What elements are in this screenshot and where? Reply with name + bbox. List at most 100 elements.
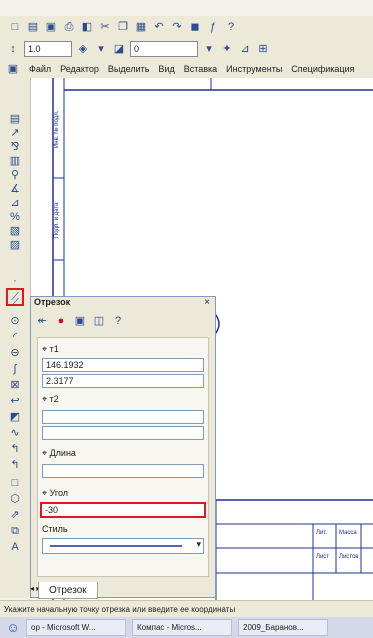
menu-specification[interactable]: Спецификация — [291, 64, 354, 74]
taskbar-item-kompas[interactable]: Компас - Micros... — [132, 619, 232, 636]
t2-x-field[interactable] — [42, 410, 204, 424]
library-icon[interactable]: ▨ — [8, 238, 22, 252]
help-icon[interactable]: ? — [111, 314, 125, 328]
fillet-icon[interactable]: ↩ — [8, 394, 22, 408]
taskbar-item-document[interactable]: 2009_Баранов... — [238, 619, 328, 636]
arc-icon[interactable]: ◜ — [8, 330, 22, 344]
point-icon[interactable]: · — [8, 274, 22, 288]
close-icon[interactable]: × — [204, 297, 210, 308]
rectangle-icon[interactable]: □ — [8, 476, 22, 490]
line-style-preview — [50, 545, 182, 547]
back-arrow-icon[interactable]: ↞ — [35, 314, 49, 328]
coordinate-icon: ⌖ — [42, 394, 50, 404]
coordinate-icon: ⌖ — [42, 344, 50, 354]
snap-icon[interactable]: ✦ — [220, 42, 234, 56]
length-field[interactable] — [42, 464, 204, 478]
dimension-icon[interactable]: ↗ — [8, 126, 22, 140]
taskbar: ☺ op - Microsoft W... Компас - Micros...… — [0, 617, 373, 638]
measure-icon[interactable]: ∡ — [8, 182, 22, 196]
title-block-label: Лит. — [316, 530, 327, 536]
menu-tools[interactable]: Инструменты — [226, 64, 282, 74]
open-icon[interactable]: ▤ — [26, 20, 40, 34]
circle-icon[interactable]: ⊙ — [8, 314, 22, 328]
t2-y-field[interactable] — [42, 426, 204, 440]
designation-icon[interactable]: ⅋ — [8, 140, 22, 154]
line-style-select[interactable]: ▾ — [42, 538, 204, 554]
length-icon: ⌖ — [42, 448, 50, 458]
standard-toolbar: □ ▤ ▣ ⎙ ◧ ✂ ❐ ▦ ↶ ↷ ◼ ƒ ? — [0, 16, 373, 39]
t1-x-field[interactable]: 146.1932 — [42, 358, 204, 372]
menu-insert[interactable]: Вставка — [184, 64, 217, 74]
print-icon[interactable]: ⎙ — [62, 20, 76, 34]
t1-label: ⌖ т1 — [42, 344, 59, 354]
style-label: Стиль — [42, 524, 68, 534]
ellipse-icon[interactable]: ⊖ — [8, 346, 22, 360]
bezier-icon[interactable]: ∿ — [8, 426, 22, 440]
chamfer-icon[interactable]: ◩ — [8, 410, 22, 424]
style-icon[interactable]: ◪ — [112, 42, 126, 56]
new-document-icon[interactable]: □ — [8, 20, 22, 34]
create-object-icon[interactable]: ▣ — [73, 314, 87, 328]
angle-field[interactable]: -30 — [40, 502, 206, 518]
t1-y-field[interactable]: 2.3177 — [42, 374, 204, 388]
contour-icon[interactable]: ↰ — [8, 458, 22, 472]
layers-icon[interactable]: ◈ — [76, 42, 90, 56]
equidistant-icon[interactable]: ⇗ — [8, 508, 22, 522]
polyline-icon[interactable]: ⊠ — [8, 378, 22, 392]
save-icon[interactable]: ▣ — [44, 20, 58, 34]
tab-segment[interactable]: Отрезок — [38, 582, 98, 599]
cut-icon[interactable]: ✂ — [98, 20, 112, 34]
ortho-icon[interactable]: ⊿ — [238, 42, 252, 56]
undo-icon[interactable]: ↶ — [152, 20, 166, 34]
menu-file[interactable]: Файл — [29, 64, 51, 74]
zoom-combo[interactable]: 1.0 — [24, 41, 72, 57]
taskbar-item-word[interactable]: op - Microsoft W... — [26, 619, 126, 636]
redo-icon[interactable]: ↷ — [170, 20, 184, 34]
collect-contour-icon[interactable]: ⧉ — [8, 524, 22, 538]
svg-text:Инв. № подл.: Инв. № подл. — [53, 110, 60, 148]
paste-icon[interactable]: ▦ — [134, 20, 148, 34]
menu-bar: ▣ Файл Редактор Выделить Вид Вставка Инс… — [0, 60, 373, 79]
t2-label: ⌖ т2 — [42, 394, 59, 404]
app-icon: ▣ — [7, 62, 19, 75]
select-icon[interactable]: ⊿ — [8, 196, 22, 210]
parameters-area: ⌖ т1 146.1932 2.3177 ⌖ т2 ⌖ Длина ⌖ Угол… — [37, 337, 209, 577]
menu-select[interactable]: Выделить — [108, 64, 150, 74]
title-block-label: Лист — [316, 554, 329, 560]
menu-edit[interactable]: Редактор — [60, 64, 99, 74]
param-icon[interactable]: ⚲ — [8, 168, 22, 182]
report-icon[interactable]: ▧ — [8, 224, 22, 238]
dropdown-icon[interactable]: ▾ — [94, 42, 108, 56]
scale-icon: ↕ — [10, 42, 16, 55]
polygon-icon[interactable]: ⬡ — [8, 492, 22, 506]
angle-icon: ⌖ — [42, 488, 50, 498]
title-block-label: Масса — [339, 530, 357, 536]
spline-icon[interactable]: ∫ — [8, 362, 22, 376]
chevron-down-icon[interactable]: ▾ — [196, 539, 201, 550]
panel-title: Отрезок — [34, 297, 71, 307]
function-icon[interactable]: ƒ — [206, 20, 220, 34]
copy-icon[interactable]: ❐ — [116, 20, 130, 34]
spec-icon[interactable]: % — [8, 210, 22, 224]
hatch-icon[interactable]: ↰ — [8, 442, 22, 456]
save-parameters-icon[interactable]: ◫ — [92, 314, 106, 328]
manager-icon[interactable]: ◼ — [188, 20, 202, 34]
dropdown-icon[interactable]: ▾ — [202, 42, 216, 56]
edit-icon[interactable]: ▥ — [8, 154, 22, 168]
menu-view[interactable]: Вид — [158, 64, 174, 74]
grid-icon[interactable]: ⊞ — [256, 42, 270, 56]
segment-properties-panel: Отрезок × ↞ ● ▣ ◫ ? ⌖ т1 146.1932 2.3177… — [30, 296, 216, 598]
stop-icon[interactable]: ● — [54, 314, 68, 328]
segment-tool-icon[interactable]: ⟋ — [6, 288, 24, 306]
user-icon[interactable]: ☺ — [6, 621, 20, 635]
properties-toolbar: ↕ 1.0 ◈ ▾ ◪ 0 ▾ ✦ ⊿ ⊞ — [0, 38, 373, 61]
preview-icon[interactable]: ◧ — [80, 20, 94, 34]
length-label: ⌖ Длина — [42, 448, 76, 458]
text-icon[interactable]: A — [8, 540, 22, 554]
geometry-icon[interactable]: ▤ — [8, 112, 22, 126]
help-icon[interactable]: ? — [224, 20, 238, 34]
svg-text:Подп. и дата: Подп. и дата — [54, 202, 60, 238]
layer-combo[interactable]: 0 — [130, 41, 198, 57]
panel-toolbar: ↞ ● ▣ ◫ ? — [35, 312, 211, 330]
compact-toolbar: ▤ ↗ ⅋ ▥ ⚲ ∡ ⊿ % ▧ ▨ · ⟋ ⟋ ⊙ ◜ ⊖ ∫ ⊠ ↩ ◩ … — [0, 78, 31, 598]
